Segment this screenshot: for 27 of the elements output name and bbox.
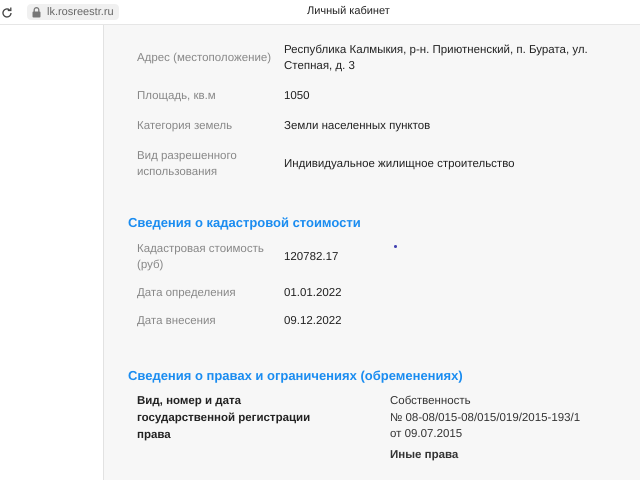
- field-label: Категория земель: [136, 119, 234, 134]
- dot-mark: [394, 245, 397, 248]
- field-label: Дата определения: [136, 286, 237, 301]
- field-label: Вид разрешенного использования: [136, 149, 238, 180]
- field-value: Земли населенных пунктов: [284, 119, 432, 134]
- field-label: Адрес (местоположение): [136, 51, 272, 66]
- field-label: Площадь, кв.м: [136, 89, 217, 104]
- page-title: Личный кабинет: [307, 5, 390, 17]
- reload-icon[interactable]: [1, 6, 13, 18]
- field-label: Вид, номер и дата государственной регистрации права: [136, 394, 312, 443]
- field-label: Кадастровая стоимость (руб): [136, 242, 265, 273]
- address-bar[interactable]: lk.rosreestr.ru: [27, 4, 119, 20]
- field-value: Индивидуальное жилищное строительство: [284, 157, 516, 172]
- section-heading: Сведения о правах и ограничениях (обременениях): [128, 368, 464, 383]
- field-value: 09.12.2022: [284, 314, 343, 329]
- lock-icon: [32, 6, 41, 18]
- rights-value: Собственность: [390, 394, 472, 409]
- rights-value: от 09.07.2015: [390, 427, 464, 442]
- field-value: 120782.17: [284, 250, 340, 265]
- field-label: Дата внесения: [136, 314, 217, 329]
- rights-value: № 08-08/015-08/015/019/2015-193/1: [390, 410, 580, 426]
- field-value: 01.01.2022: [284, 286, 343, 301]
- section-heading: Сведения о кадастровой стоимости: [128, 215, 362, 230]
- field-value: 1050: [284, 89, 311, 104]
- url-text: lk.rosreestr.ru: [47, 6, 114, 18]
- field-value: Республика Калмыкия, р-н. Приютненский, п. Бурата, ул. Степная, д. 3: [284, 43, 589, 74]
- rights-heading: Иные права: [390, 448, 460, 460]
